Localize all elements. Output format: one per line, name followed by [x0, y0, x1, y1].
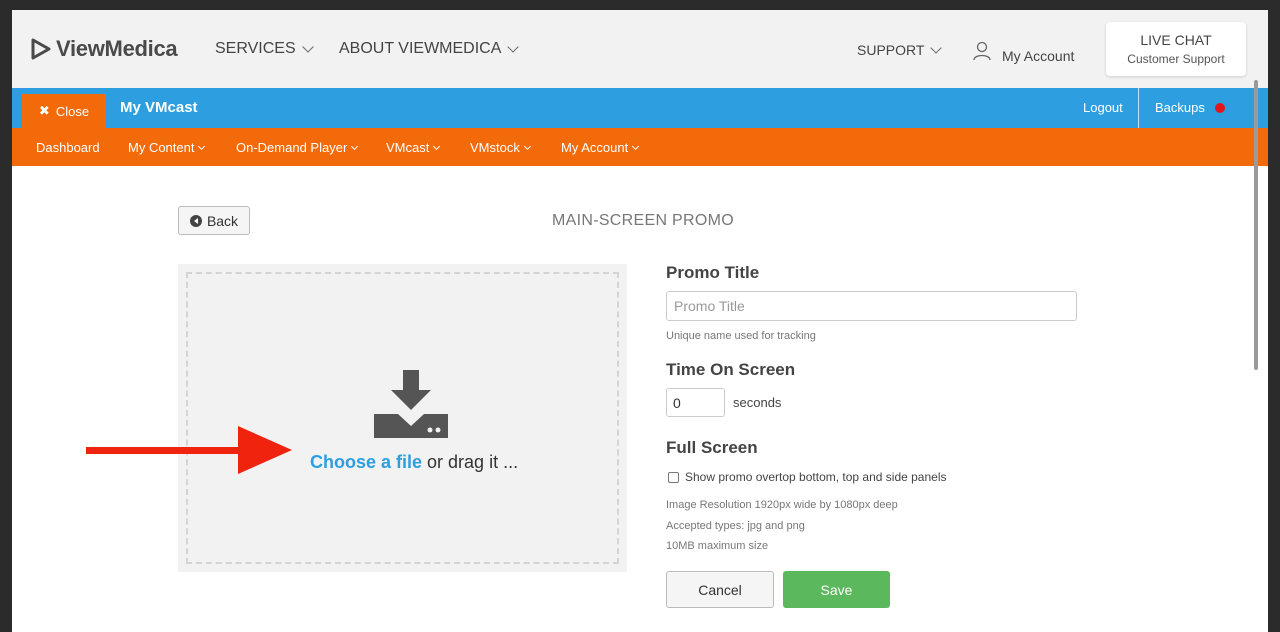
main-menu: Dashboard My Content On-Demand Player VM…: [12, 128, 1268, 166]
download-icon: [374, 370, 448, 438]
chevron-down-icon: [301, 40, 314, 53]
my-account-label: My Account: [1002, 48, 1075, 64]
cancel-button[interactable]: Cancel: [666, 571, 774, 608]
logo[interactable]: ViewMedica: [30, 36, 178, 62]
chevron-down-icon: [351, 142, 359, 150]
chevron-left-circle-icon: [189, 214, 202, 227]
dropzone-text: Choose a file or drag it ...: [310, 452, 518, 473]
menu-label: VMcast: [386, 140, 430, 155]
info-size: 10MB maximum size: [666, 540, 769, 552]
chevron-down-icon: [523, 142, 531, 150]
close-button[interactable]: ✖ Close: [22, 94, 106, 128]
app-title: My VMcast: [120, 99, 198, 116]
chevron-down-icon: [930, 41, 943, 54]
logo-text: ViewMedica: [56, 36, 178, 61]
status-dot-icon: [1214, 102, 1225, 113]
logout-link[interactable]: Logout: [1083, 100, 1123, 115]
save-button[interactable]: Save: [783, 571, 890, 608]
browser-viewport: ViewMedica SERVICES ABOUT VIEWMEDICA SUP…: [12, 10, 1268, 632]
page-title: MAIN-SCREEN PROMO: [552, 212, 734, 229]
divider: [1138, 88, 1139, 128]
nav-services[interactable]: SERVICES: [215, 40, 314, 58]
app-bar: ✖ Close My VMcast Logout Backups: [12, 88, 1268, 128]
red-arrow-icon: [86, 426, 292, 474]
info-types: Accepted types: jpg and png: [666, 520, 805, 532]
menu-my-account[interactable]: My Account: [561, 140, 640, 155]
live-chat-title: LIVE CHAT: [1140, 32, 1212, 48]
full-screen-checkbox-label: Show promo overtop bottom, top and side …: [685, 470, 947, 484]
nav-about[interactable]: ABOUT VIEWMEDICA: [339, 40, 520, 58]
menu-label: VMstock: [470, 140, 520, 155]
close-icon: ✖: [38, 103, 50, 118]
full-screen-label: Full Screen: [666, 438, 758, 457]
seconds-unit: seconds: [733, 395, 782, 410]
close-label: Close: [55, 103, 90, 119]
promo-title-input[interactable]: [666, 291, 1077, 321]
drag-text: or drag it ...: [422, 452, 519, 472]
promo-title-help: Unique name used for tracking: [666, 330, 816, 342]
chevron-down-icon: [632, 142, 640, 150]
chevron-down-icon: [433, 142, 441, 150]
viewmedica-logo-icon: [31, 38, 51, 60]
menu-label: My Account: [561, 140, 629, 155]
menu-label: On-Demand Player: [236, 140, 348, 155]
back-label: Back: [206, 212, 239, 229]
promo-title-label: Promo Title: [666, 263, 760, 282]
menu-on-demand-player[interactable]: On-Demand Player: [236, 140, 359, 155]
chevron-down-icon: [507, 40, 520, 53]
user-icon: [973, 41, 991, 61]
nav-about-label: ABOUT VIEWMEDICA: [339, 40, 502, 57]
menu-my-content[interactable]: My Content: [128, 140, 206, 155]
menu-label: Dashboard: [36, 140, 100, 155]
live-chat-subtitle: Customer Support: [1127, 52, 1225, 66]
backups-link[interactable]: Backups: [1155, 100, 1225, 115]
back-button[interactable]: Back: [178, 206, 250, 235]
site-header: ViewMedica SERVICES ABOUT VIEWMEDICA SUP…: [12, 10, 1268, 88]
my-account-link[interactable]: My Account: [972, 38, 1074, 64]
menu-dashboard[interactable]: Dashboard: [36, 140, 100, 155]
live-chat-button[interactable]: LIVE CHAT Customer Support: [1106, 22, 1246, 76]
menu-vmstock[interactable]: VMstock: [470, 140, 531, 155]
nav-services-label: SERVICES: [215, 40, 296, 57]
time-on-screen-input[interactable]: [666, 388, 725, 417]
nav-support[interactable]: SUPPORT: [857, 41, 943, 58]
info-resolution: Image Resolution 1920px wide by 1080px d…: [666, 499, 898, 511]
nav-support-label: SUPPORT: [857, 42, 925, 58]
full-screen-checkbox[interactable]: [668, 471, 679, 483]
file-dropzone[interactable]: Choose a file or drag it ...: [178, 264, 627, 572]
full-screen-option[interactable]: Show promo overtop bottom, top and side …: [668, 470, 947, 484]
menu-label: My Content: [128, 140, 195, 155]
choose-file-link[interactable]: Choose a file: [310, 452, 422, 472]
time-on-screen-label: Time On Screen: [666, 360, 796, 379]
chevron-down-icon: [198, 142, 206, 150]
backups-label: Backups: [1155, 100, 1205, 115]
menu-vmcast[interactable]: VMcast: [386, 140, 441, 155]
scrollbar-thumb[interactable]: [1254, 80, 1258, 370]
dropzone-border: Choose a file or drag it ...: [186, 272, 619, 564]
